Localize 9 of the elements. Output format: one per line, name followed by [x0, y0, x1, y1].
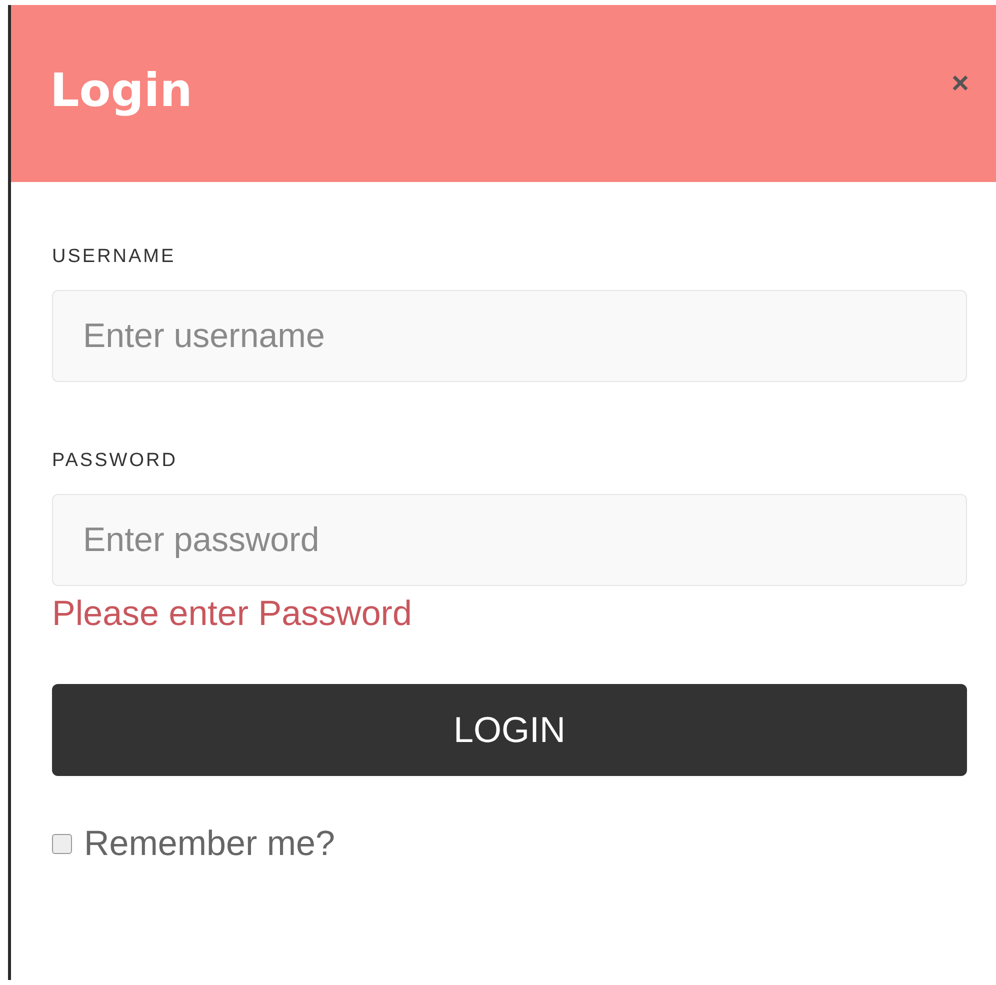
checkbox-label: Remember me?: [84, 824, 335, 864]
field-label: PASSWORD: [52, 450, 178, 472]
remember-checkbox[interactable]: [52, 834, 72, 854]
dialog-title: Login: [50, 63, 192, 117]
input-field[interactable]: Enter username: [52, 290, 967, 382]
input-field[interactable]: Enter password: [52, 494, 967, 586]
login-button[interactable]: LOGIN: [52, 684, 967, 776]
field-label: USERNAME: [52, 246, 177, 268]
error-message: Please enter Password: [52, 594, 413, 634]
